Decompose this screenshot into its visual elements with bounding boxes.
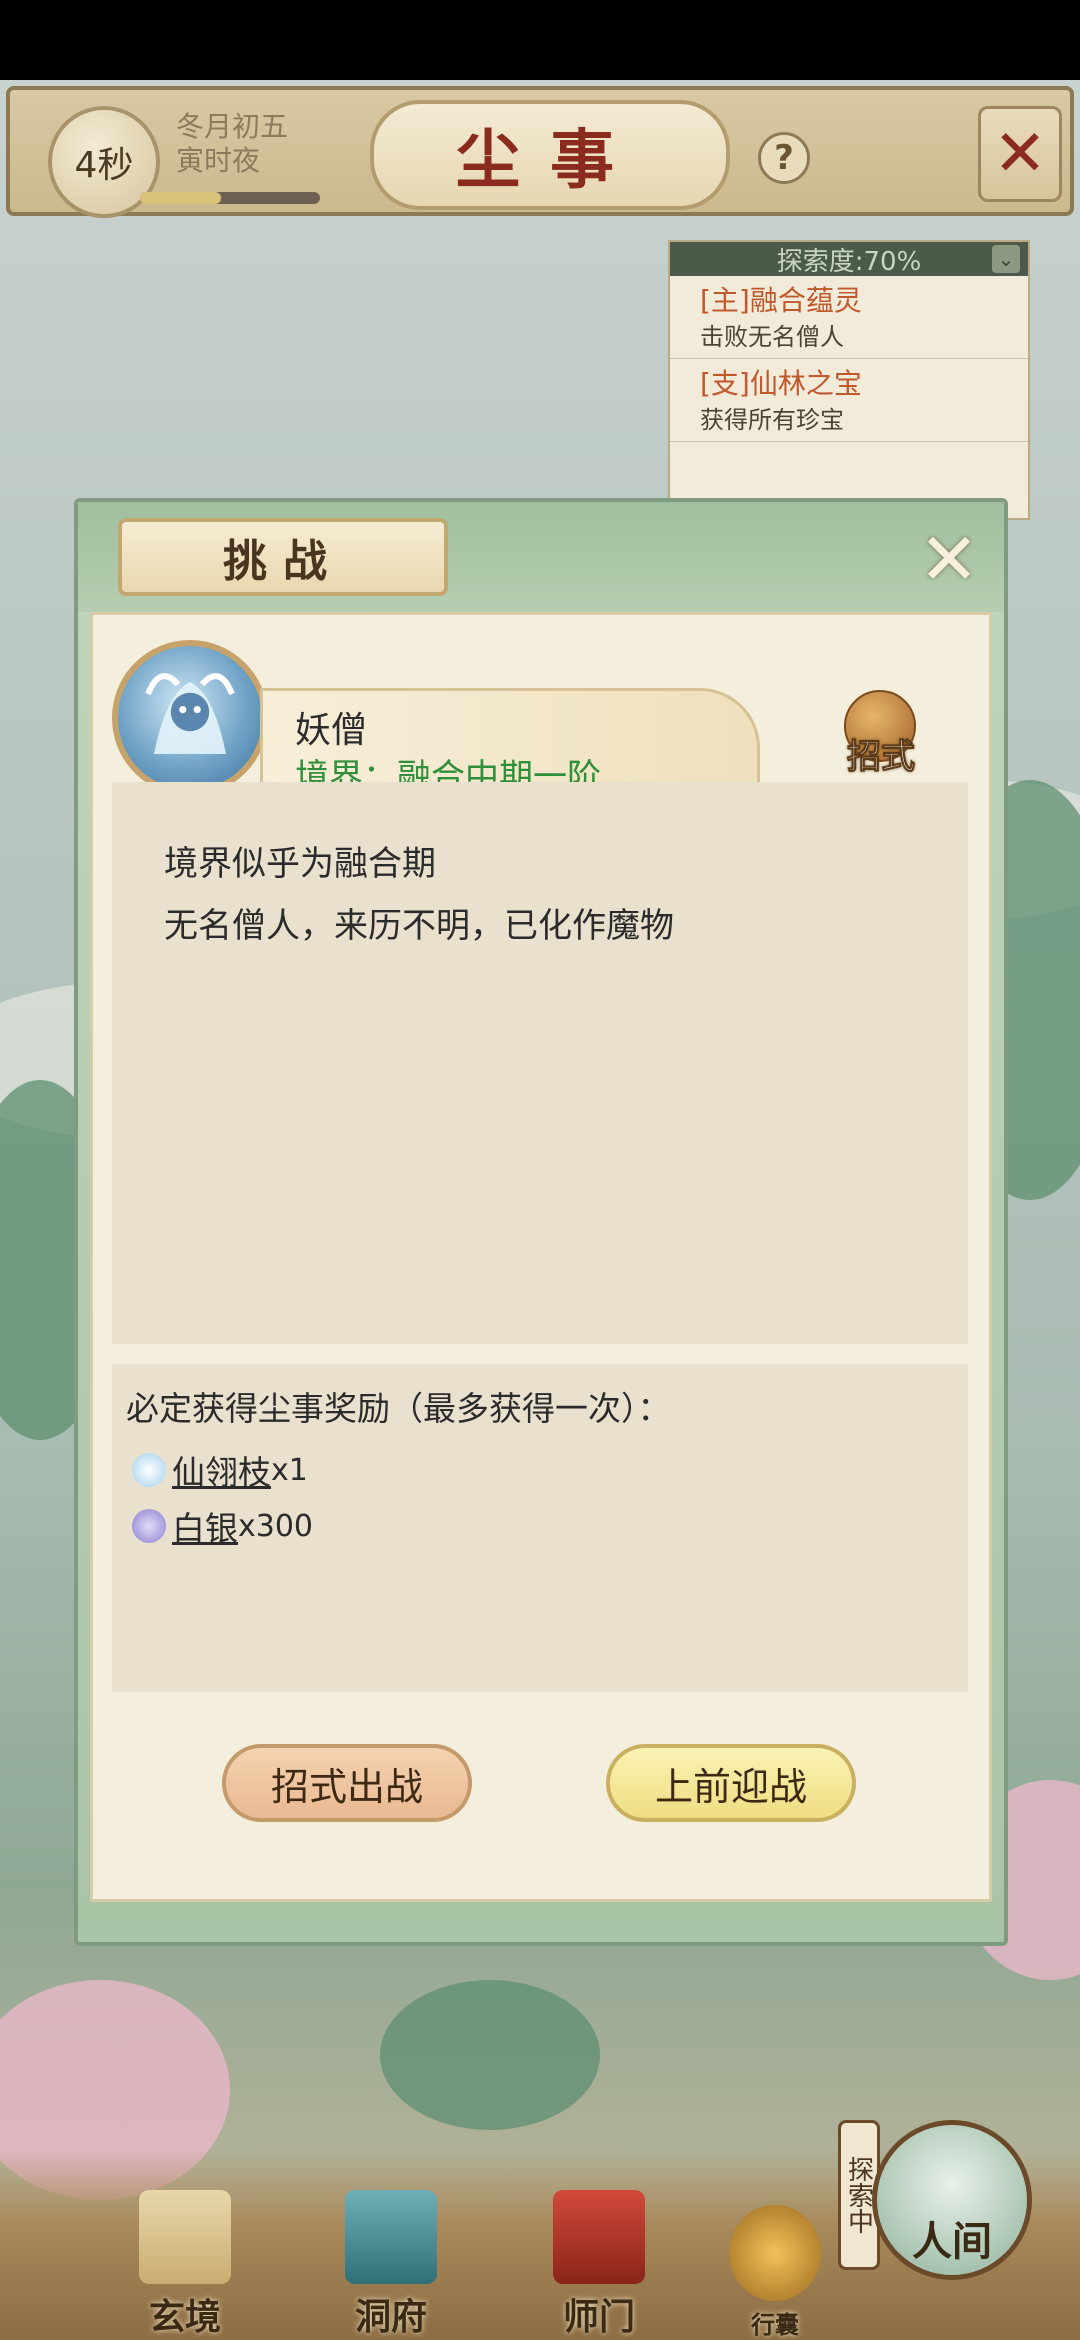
nav-label: 师门	[562, 2296, 635, 2338]
page-title: 尘事	[370, 100, 730, 210]
quest-item-side[interactable]: [支]仙林之宝 获得所有珍宝	[670, 359, 1028, 442]
skill-button-label: 招式	[847, 737, 916, 778]
banner-icon	[553, 2190, 645, 2284]
top-header: 4秒 冬月初五 寅时夜 尘事 ? ✕	[6, 86, 1074, 218]
nav-item-dongfu[interactable]: 洞府	[316, 2190, 466, 2340]
chevron-down-icon[interactable]: ⌄	[992, 245, 1020, 273]
enemy-name: 妖僧	[295, 710, 368, 751]
reward-item-qty: x1	[271, 1452, 308, 1488]
nav-item-renjian[interactable]: 人间	[872, 2120, 1032, 2280]
nav-item-shimen[interactable]: 师门	[524, 2190, 674, 2340]
reward-item[interactable]: 白银 x300	[132, 1502, 313, 1550]
enemy-avatar	[112, 640, 268, 796]
quest-title: [主]融合蕴灵	[700, 284, 862, 317]
time-progress-bar	[140, 192, 320, 204]
status-bar	[0, 0, 1080, 80]
quest-desc: 获得所有珍宝	[700, 406, 844, 434]
skill-fight-button[interactable]: 招式出战	[222, 1744, 472, 1822]
description-line: 无名僧人，来历不明，已化作魔物	[164, 906, 674, 946]
feather-icon	[132, 1453, 166, 1487]
game-date: 冬月初五 寅时夜	[176, 110, 288, 178]
reward-section: 必定获得尘事奖励（最多获得一次）： 仙翎枝 x1 白银 x300	[112, 1364, 968, 1692]
reward-item[interactable]: 仙翎枝 x1	[132, 1446, 308, 1494]
bag-icon	[729, 2205, 821, 2301]
pavilion-icon	[345, 2190, 437, 2284]
nav-item-xuanjing[interactable]: 玄境	[110, 2190, 260, 2340]
nav-label: 人间	[912, 2218, 992, 2265]
scroll-icon	[139, 2190, 231, 2284]
quest-item-main[interactable]: [主]融合蕴灵 击败无名僧人	[670, 276, 1028, 359]
quest-desc: 击败无名僧人	[700, 323, 844, 351]
timer-text: 4秒	[74, 145, 134, 186]
description-line: 境界似乎为融合期	[164, 844, 436, 884]
nav-label: 洞府	[354, 2296, 427, 2338]
reward-item-name[interactable]: 仙翎枝	[172, 1446, 271, 1494]
reward-item-qty: x300	[238, 1508, 314, 1544]
close-icon: ✕	[993, 117, 1047, 191]
dialog-title: 挑战	[118, 518, 448, 596]
enemy-skills-button[interactable]: 招式	[836, 688, 926, 778]
monk-demon-portrait-icon	[145, 673, 235, 754]
enemy-description: 境界似乎为融合期 无名僧人，来历不明，已化作魔物	[112, 782, 968, 1344]
face-fight-button[interactable]: 上前迎战	[606, 1744, 856, 1822]
silver-coin-icon	[132, 1509, 166, 1543]
reward-title: 必定获得尘事奖励（最多获得一次）：	[126, 1389, 671, 1428]
dialog-close-button[interactable]: ✕	[914, 517, 984, 601]
explore-progress-text: 探索度:70%	[776, 246, 922, 277]
close-page-button[interactable]: ✕	[978, 106, 1062, 202]
nav-label: 玄境	[148, 2296, 221, 2338]
explore-progress[interactable]: 探索度:70% ⌄	[670, 242, 1028, 277]
close-icon: ✕	[918, 517, 980, 601]
nav-item-xingnang[interactable]: 行囊	[700, 2190, 850, 2340]
help-button[interactable]: ?	[758, 132, 810, 184]
date-line-2: 寅时夜	[176, 144, 261, 177]
date-line-1: 冬月初五	[176, 110, 289, 143]
nav-label: 行囊	[751, 2310, 799, 2339]
reward-item-name[interactable]: 白银	[172, 1502, 238, 1550]
quest-panel: 探索度:70% ⌄ [主]融合蕴灵 击败无名僧人 [支]仙林之宝 获得所有珍宝	[668, 240, 1030, 520]
quest-title: [支]仙林之宝	[700, 367, 862, 400]
